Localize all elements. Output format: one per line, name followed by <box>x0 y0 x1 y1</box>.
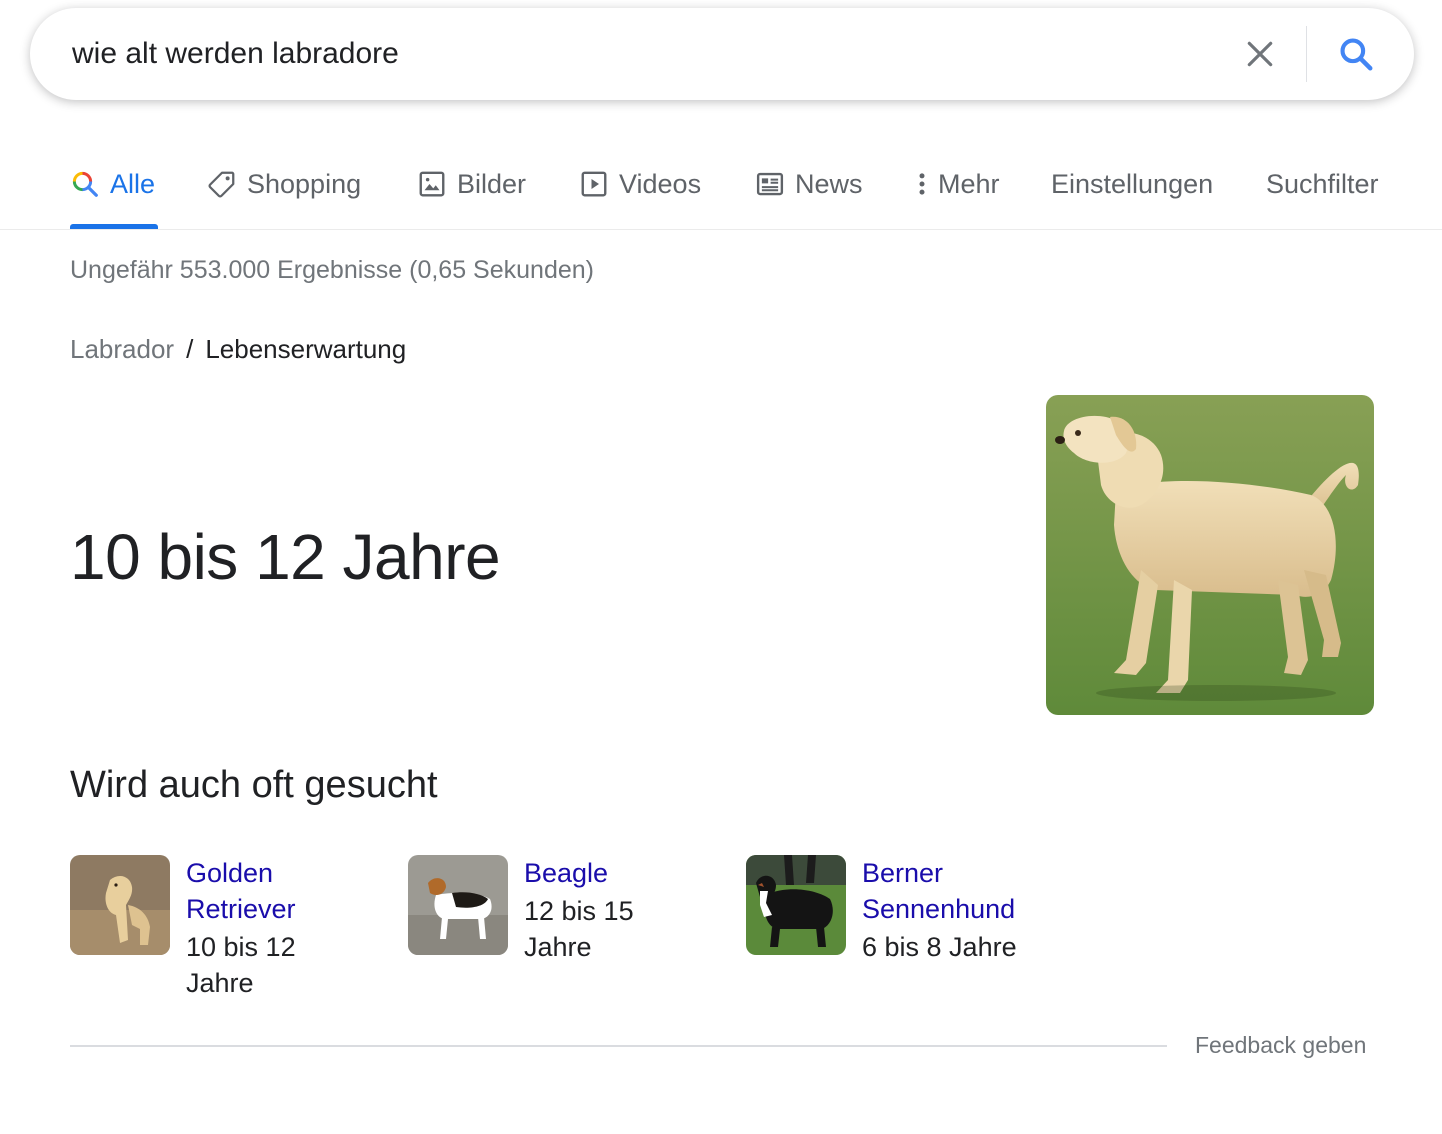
tab-label: News <box>795 168 863 199</box>
result-stats: Ungefähr 553.000 Ergebnisse (0,65 Sekund… <box>70 256 594 284</box>
tab-bilder[interactable]: Bilder <box>417 164 526 204</box>
breadcrumb-root-link[interactable]: Labrador <box>70 334 174 365</box>
golden-retriever-thumbnail <box>70 855 170 955</box>
tab-einstellungen[interactable]: Einstellungen <box>1051 164 1213 204</box>
search-input[interactable] <box>72 34 1212 74</box>
labrador-photo[interactable] <box>1046 395 1374 715</box>
related-value: 6 bis 8 Jahre <box>862 932 1017 962</box>
tag-icon <box>207 169 237 199</box>
feedback-link[interactable]: Feedback geben <box>1195 1032 1366 1059</box>
image-icon <box>417 169 447 199</box>
tab-alle[interactable]: Alle <box>70 164 155 204</box>
search-divider <box>1306 26 1307 82</box>
bottom-divider <box>70 1045 1167 1047</box>
tab-videos[interactable]: Videos <box>579 164 701 204</box>
breadcrumb: Labrador / Lebenserwartung <box>70 334 406 365</box>
tab-label: Shopping <box>247 168 362 199</box>
play-icon <box>579 169 609 199</box>
beagle-thumbnail <box>408 855 508 955</box>
related-name[interactable]: Retriever <box>186 891 386 927</box>
tab-label: Bilder <box>457 168 527 199</box>
related-name[interactable]: Sennenhund <box>862 891 1062 927</box>
close-icon <box>1247 41 1273 67</box>
multicolor-search-icon <box>70 169 100 199</box>
related-value: Jahre <box>524 932 592 962</box>
tab-label: Videos <box>619 168 702 199</box>
search-bar <box>30 8 1414 100</box>
tab-label: Suchfilter <box>1266 168 1379 199</box>
tab-label: Einstellungen <box>1051 168 1214 199</box>
related-value: 12 bis 15 <box>524 896 634 926</box>
tab-label: Alle <box>110 168 156 199</box>
berner-sennenhund-thumbnail <box>746 855 846 955</box>
breadcrumb-current: Lebenserwartung <box>205 334 407 364</box>
search-icon <box>1340 38 1373 71</box>
more-vert-icon <box>912 169 932 199</box>
featured-answer: 10 bis 12 Jahre <box>70 521 501 593</box>
tab-suchfilter[interactable]: Suchfilter <box>1266 164 1379 204</box>
related-name[interactable]: Beagle <box>524 855 724 891</box>
search-tabs: Alle Shopping Bilder Videos News Mehr Ei… <box>0 150 1442 230</box>
related-value: Jahre <box>186 968 254 998</box>
clear-search-button[interactable] <box>1236 30 1284 78</box>
related-name[interactable]: Berner <box>862 855 1062 891</box>
also-searched-heading: Wird auch oft gesucht <box>70 764 438 806</box>
tab-mehr[interactable]: Mehr <box>912 164 1000 204</box>
tab-shopping[interactable]: Shopping <box>207 164 361 204</box>
breadcrumb-separator: / <box>186 334 194 364</box>
related-name[interactable]: Golden <box>186 855 386 891</box>
search-button[interactable] <box>1330 30 1382 78</box>
tab-label: Mehr <box>938 168 1000 199</box>
newspaper-icon <box>755 169 785 199</box>
tab-news[interactable]: News <box>755 164 863 204</box>
active-tab-indicator <box>70 224 158 229</box>
related-value: 10 bis 12 <box>186 932 296 962</box>
